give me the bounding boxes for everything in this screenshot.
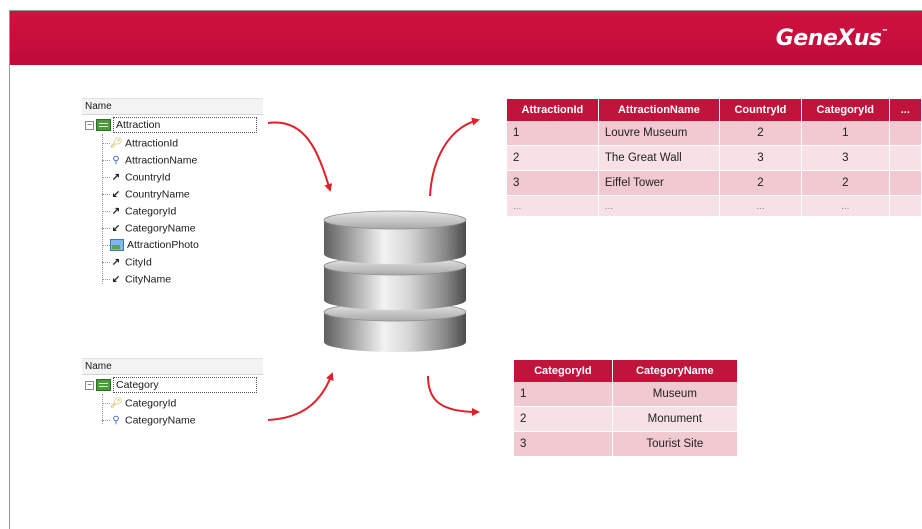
arrow-category-to-db	[267, 372, 334, 421]
table-header-row: CategoryId CategoryName	[514, 360, 739, 382]
attraction-table: AttractionId AttractionName CountryId Ca…	[507, 99, 922, 217]
table-row: 1 Louvre Museum 2 1	[507, 121, 922, 146]
table-row: 3 Eiffel Tower 2 2	[507, 170, 922, 196]
category-table: CategoryId CategoryName 1 Museum 2 Monum…	[514, 360, 739, 457]
column-header: CountryId	[719, 99, 802, 121]
column-header: CategoryName	[612, 360, 739, 382]
table-row: 1 Museum	[514, 382, 739, 407]
column-header: CategoryId	[514, 360, 613, 382]
flow-arrows	[267, 117, 480, 421]
column-header: CategoryId	[801, 99, 890, 121]
table-row: 3 Tourist Site	[514, 431, 739, 457]
table-row: 2 The Great Wall 3 3	[507, 145, 922, 171]
table-row: 2 Monument	[514, 406, 739, 432]
table-header-row: AttractionId AttractionName CountryId Ca…	[507, 99, 922, 121]
arrow-attraction-to-db	[267, 121, 333, 192]
arrow-db-to-category-table	[427, 375, 480, 416]
column-header: AttractionId	[507, 99, 599, 121]
column-header: ...	[889, 99, 922, 121]
table-row: ... ... ... ...	[507, 195, 922, 217]
arrow-db-to-attraction-table	[429, 117, 480, 197]
column-header: AttractionName	[598, 99, 721, 121]
